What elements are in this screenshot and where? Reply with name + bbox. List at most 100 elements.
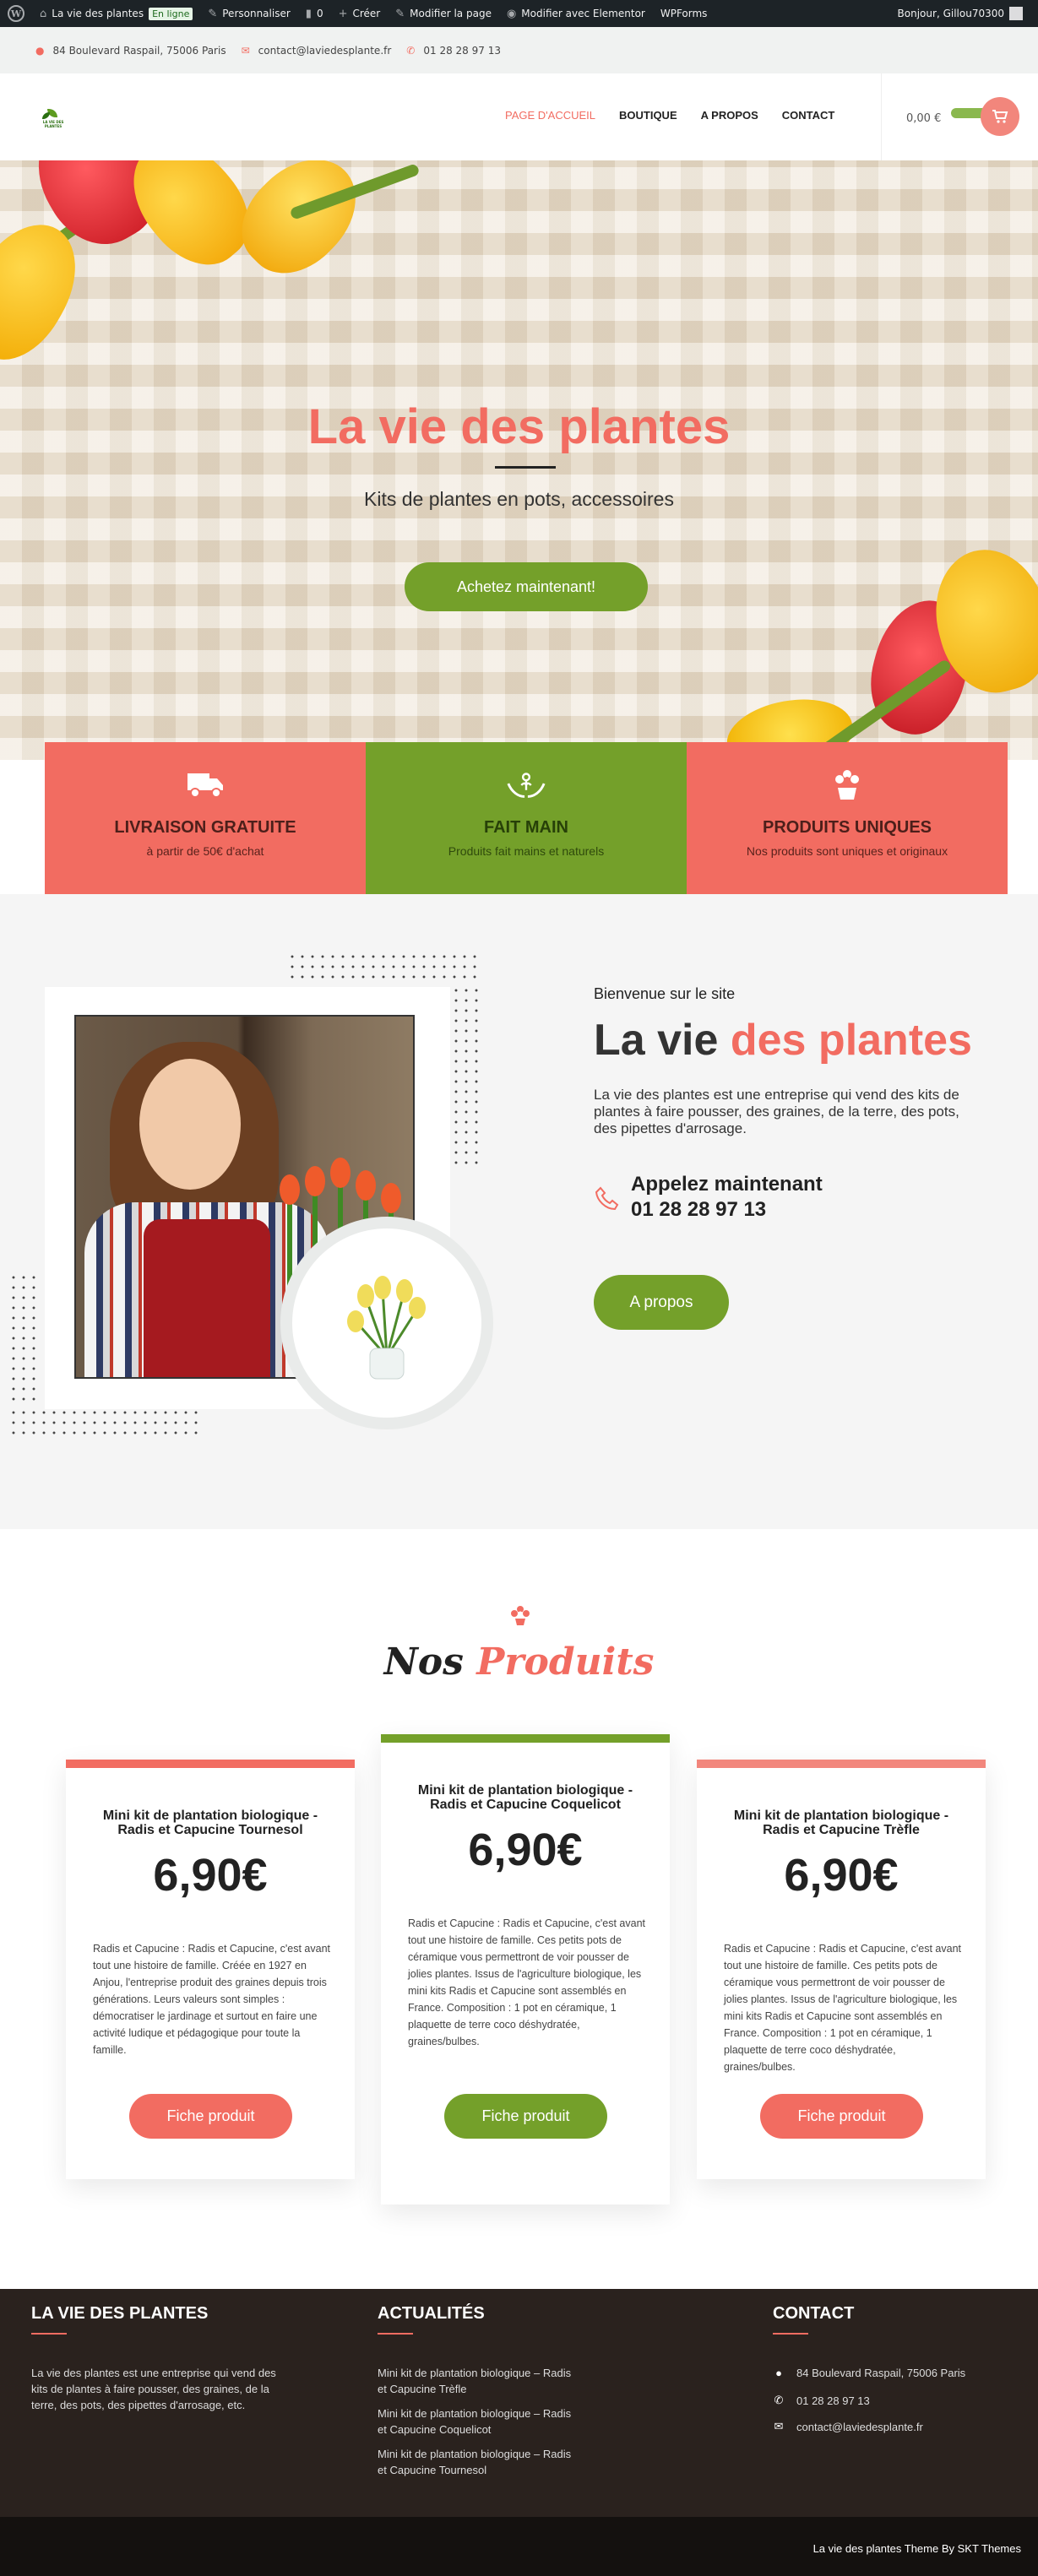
- product-details-button[interactable]: Fiche produit: [129, 2094, 292, 2139]
- about-section: Bienvenue sur le site La vie des plantes…: [0, 894, 1038, 1529]
- phone-icon: ✆: [774, 2394, 784, 2406]
- about-eyebrow: Bienvenue sur le site: [594, 985, 736, 1002]
- dot-pattern: [287, 952, 481, 985]
- footer-news-link[interactable]: Mini kit de plantation biologique – Radi…: [378, 2405, 580, 2438]
- footer-news-link[interactable]: Mini kit de plantation biologique – Radi…: [378, 2446, 580, 2478]
- truck-icon: [184, 767, 226, 801]
- map-pin-icon: ●: [775, 2367, 782, 2379]
- footer-contact-title: CONTACT: [773, 2304, 855, 2323]
- envelope-icon: ✉: [241, 44, 250, 57]
- elementor-link[interactable]: ◉ Modifier avec Elementor: [499, 0, 653, 27]
- status-badge: En ligne: [149, 7, 193, 20]
- product-details-button[interactable]: Fiche produit: [760, 2094, 923, 2139]
- call-now-number[interactable]: 01 28 28 97 13: [631, 1198, 766, 1222]
- products-section: Nos Produits Mini kit de plantation biol…: [0, 1529, 1038, 2289]
- footer-address: ● 84 Boulevard Raspail, 75006 Paris: [773, 2367, 965, 2379]
- admin-site-name[interactable]: ⌂ La vie des plantes En ligne: [32, 0, 200, 27]
- product-card: Mini kit de plantation biologique - Radi…: [66, 1760, 355, 2179]
- hero-title: La vie des plantes: [307, 399, 731, 454]
- product-accent-bar: [66, 1760, 355, 1768]
- flower-pot-icon: [826, 767, 868, 801]
- hero-divider: [495, 466, 556, 469]
- new-content-link[interactable]: + Créer: [331, 0, 389, 27]
- products-title: Nos Produits: [383, 1641, 655, 1684]
- home-icon: ⌂: [40, 7, 47, 20]
- top-email[interactable]: ✉ contact@laviedesplante.fr: [242, 45, 392, 57]
- footer-title-underline: [773, 2333, 808, 2335]
- nav-item-a-propos[interactable]: A PROPOS: [701, 109, 758, 122]
- shop-now-button[interactable]: Achetez maintenant!: [405, 562, 648, 611]
- dot-pattern: [451, 985, 481, 1171]
- product-price: 6,90€: [153, 1850, 268, 1901]
- footer-title-underline: [378, 2333, 413, 2335]
- main-nav: PAGE D'ACCUEIL BOUTIQUE A PROPOS CONTACT: [505, 109, 834, 122]
- photo-face: [139, 1059, 241, 1190]
- footer-news-title: ACTUALITÉS: [378, 2304, 485, 2323]
- nav-item-contact[interactable]: CONTACT: [782, 109, 835, 122]
- feature-unique-products: PRODUITS UNIQUES Nos produits sont uniqu…: [687, 742, 1008, 894]
- nav-item-accueil[interactable]: PAGE D'ACCUEIL: [505, 109, 595, 122]
- site-logo[interactable]: LA VIE DES PLANTES: [39, 107, 68, 129]
- logo-text: LA VIE DES PLANTES: [42, 120, 64, 128]
- footer-about-text: La vie des plantes est une entreprise qu…: [31, 2367, 276, 2411]
- header-divider: [881, 73, 882, 160]
- about-button[interactable]: A propos: [594, 1275, 729, 1330]
- call-now-label: Appelez maintenant: [631, 1173, 823, 1196]
- plus-icon: +: [338, 7, 348, 20]
- cart-total[interactable]: 0,00 €: [906, 112, 941, 125]
- product-details-button[interactable]: Fiche produit: [444, 2094, 607, 2139]
- wordpress-logo-button[interactable]: W: [0, 0, 32, 27]
- elementor-icon: ◉: [506, 7, 517, 20]
- admin-bar: W ⌂ La vie des plantes En ligne ✎ Person…: [0, 0, 1038, 27]
- hero-subtitle: Kits de plantes en pots, accessoires: [364, 488, 674, 510]
- product-card: Mini kit de plantation biologique - Radi…: [381, 1734, 670, 2205]
- map-pin-icon: ●: [35, 44, 45, 57]
- product-name[interactable]: Mini kit de plantation biologique - Radi…: [398, 1783, 653, 1812]
- pencil-icon: ✎: [395, 7, 405, 20]
- comments-link[interactable]: ▮ 0: [298, 0, 331, 27]
- flower-vase-image: [347, 1276, 426, 1380]
- site-footer: LA VIE DES PLANTES La vie des plantes es…: [0, 2289, 1038, 2517]
- about-title: La vie des plantes: [594, 1016, 972, 1065]
- product-accent-bar: [697, 1760, 986, 1768]
- product-name[interactable]: Mini kit de plantation biologique - Radi…: [714, 1809, 969, 1837]
- hero-banner: La vie des plantes Kits de plantes en po…: [0, 160, 1038, 760]
- hands-plant-icon: [505, 767, 547, 801]
- photo-apron: [144, 1219, 270, 1377]
- flower-icon: [511, 1606, 530, 1625]
- avatar: [1009, 7, 1023, 20]
- dot-pattern: [8, 1407, 204, 1441]
- wpforms-link[interactable]: WPForms: [653, 0, 715, 27]
- copyright-bar: La vie des plantes Theme By SKT Themes: [0, 2517, 1038, 2576]
- product-accent-bar: [381, 1734, 670, 1743]
- product-price: 6,90€: [784, 1850, 899, 1901]
- wordpress-icon: W: [8, 5, 24, 22]
- envelope-icon: ✉: [774, 2420, 784, 2432]
- customize-link[interactable]: ✎ Personnaliser: [200, 0, 297, 27]
- product-price: 6,90€: [468, 1825, 583, 1875]
- footer-email[interactable]: ✉ contact@laviedesplante.fr: [773, 2420, 923, 2433]
- cart-icon[interactable]: [981, 97, 1019, 136]
- copyright-text[interactable]: La vie des plantes Theme By SKT Themes: [813, 2542, 1021, 2555]
- edit-page-link[interactable]: ✎ Modifier la page: [388, 0, 499, 27]
- features-strip: LIVRAISON GRATUITE à partir de 50€ d'ach…: [45, 742, 1008, 894]
- footer-news-link[interactable]: Mini kit de plantation biologique – Radi…: [378, 2365, 580, 2397]
- footer-about-title: LA VIE DES PLANTES: [31, 2304, 209, 2323]
- product-description: Radis et Capucine : Radis et Capucine, c…: [724, 1943, 962, 2073]
- about-text: La vie des plantes est une entreprise qu…: [594, 1087, 959, 1136]
- top-info-bar: ● 84 Boulevard Raspail, 75006 Paris ✉ co…: [0, 27, 1038, 73]
- feature-free-delivery: LIVRAISON GRATUITE à partir de 50€ d'ach…: [45, 742, 366, 894]
- top-phone[interactable]: ✆ 01 28 28 97 13: [406, 45, 501, 57]
- feature-handmade: FAIT MAIN Produits fait mains et naturel…: [366, 742, 687, 894]
- account-menu[interactable]: Bonjour, Gillou70300: [898, 7, 1038, 20]
- phone-icon: [594, 1185, 621, 1212]
- footer-phone[interactable]: ✆ 01 28 28 97 13: [773, 2394, 870, 2407]
- brush-icon: ✎: [208, 7, 218, 20]
- product-card: Mini kit de plantation biologique - Radi…: [697, 1760, 986, 2179]
- product-name[interactable]: Mini kit de plantation biologique - Radi…: [83, 1809, 338, 1837]
- logo-leaf: [42, 112, 50, 119]
- top-address: ● 84 Boulevard Raspail, 75006 Paris: [35, 44, 226, 57]
- footer-title-underline: [31, 2333, 67, 2335]
- comment-icon: ▮: [305, 7, 312, 20]
- nav-item-boutique[interactable]: BOUTIQUE: [619, 109, 677, 122]
